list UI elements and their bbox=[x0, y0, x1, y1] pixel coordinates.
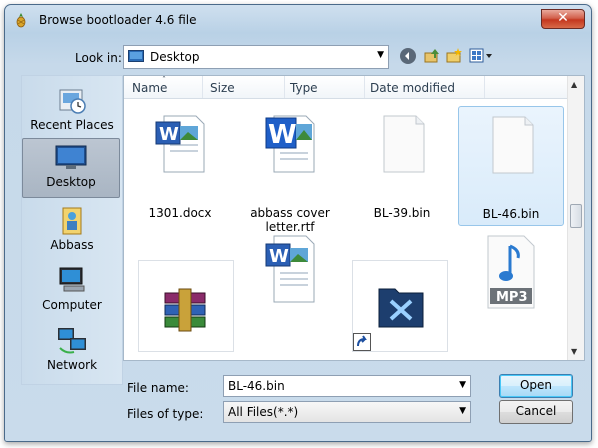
file-item[interactable]: W abbass cover letter.rtf bbox=[238, 106, 342, 234]
place-network[interactable]: Network bbox=[24, 320, 120, 378]
place-label: Abbass bbox=[50, 238, 94, 252]
place-recent-places[interactable]: Recent Places bbox=[24, 80, 120, 138]
scroll-up-icon[interactable]: ▲ bbox=[571, 80, 577, 89]
computer-icon bbox=[59, 267, 85, 292]
file-item[interactable]: W 1301.docx bbox=[128, 106, 232, 224]
column-date-modified[interactable]: Date modified bbox=[370, 81, 455, 95]
file-item[interactable]: BL-39.bin bbox=[350, 106, 454, 224]
places-bar: Recent Places Desktop Abbass Computer Ne… bbox=[21, 75, 123, 385]
scrollbar-thumb[interactable] bbox=[570, 204, 582, 228]
file-name-label: 1301.docx bbox=[148, 206, 212, 220]
file-name-value: BL-46.bin bbox=[228, 379, 285, 393]
place-label: Network bbox=[46, 358, 98, 372]
word-rtf-icon: W bbox=[265, 115, 315, 173]
place-abbass[interactable]: Abbass bbox=[24, 200, 120, 258]
svg-text:W: W bbox=[268, 120, 297, 150]
sort-ascending-icon: ˄ bbox=[162, 75, 166, 84]
desktop-icon bbox=[128, 50, 144, 62]
mp3-badge: MP3 bbox=[496, 290, 528, 305]
recent-places-icon bbox=[59, 89, 86, 114]
up-folder-icon[interactable] bbox=[423, 47, 441, 65]
file-type-label: Files of type: bbox=[127, 407, 204, 421]
blank-file-icon bbox=[492, 116, 534, 174]
place-computer[interactable]: Computer bbox=[24, 260, 120, 318]
word-doc-icon: W bbox=[155, 115, 205, 173]
look-in-label: Look in: bbox=[75, 51, 122, 65]
file-name-label: BL-39.bin bbox=[373, 206, 431, 220]
views-menu-icon[interactable] bbox=[469, 47, 493, 65]
file-item[interactable] bbox=[138, 260, 234, 352]
word-doc-icon: W bbox=[265, 235, 315, 303]
column-type[interactable]: Type bbox=[290, 81, 318, 95]
file-name-label: File name: bbox=[127, 381, 189, 395]
pineapple-app-icon bbox=[16, 13, 26, 28]
column-header: Name ˄ Size Type Date modified bbox=[124, 76, 568, 99]
blank-file-icon bbox=[383, 115, 425, 173]
file-item-selected[interactable]: BL-46.bin bbox=[458, 106, 564, 226]
file-item[interactable]: MP3 bbox=[458, 226, 562, 344]
column-size[interactable]: Size bbox=[210, 81, 235, 95]
file-name-label: BL-46.bin bbox=[482, 207, 540, 221]
back-icon[interactable] bbox=[399, 47, 417, 65]
desktop-icon bbox=[55, 145, 87, 169]
title-bar[interactable]: Browse bootloader 4.6 file ✕ bbox=[5, 5, 591, 33]
mp3-file-icon: MP3 bbox=[487, 235, 535, 309]
place-label: Computer bbox=[42, 298, 102, 312]
file-type-select[interactable]: All Files(*.*) ▼ bbox=[223, 401, 471, 423]
file-list-view[interactable]: Name ˄ Size Type Date modified W 1301.do… bbox=[123, 75, 585, 361]
close-button[interactable]: ✕ bbox=[541, 9, 585, 29]
place-label: Recent Places bbox=[30, 118, 114, 132]
shortcut-arrow-icon bbox=[353, 333, 371, 351]
look-in-value: Desktop bbox=[150, 50, 200, 64]
look-in-combo[interactable]: Desktop ▼ bbox=[123, 45, 389, 69]
chevron-down-icon[interactable]: ▼ bbox=[459, 380, 466, 390]
svg-text:W: W bbox=[159, 124, 179, 145]
dialog-client: Look in: Desktop ▼ Recent Places Desktop… bbox=[11, 35, 585, 435]
file-dialog-window: Browse bootloader 4.6 file ✕ Look in: De… bbox=[4, 4, 592, 442]
user-folder-icon bbox=[62, 207, 82, 235]
chevron-down-icon: ▼ bbox=[459, 406, 466, 416]
place-label: Desktop bbox=[46, 175, 96, 189]
shortcut-folder-icon bbox=[378, 288, 424, 328]
file-item[interactable] bbox=[352, 260, 448, 352]
network-icon bbox=[58, 328, 86, 354]
cancel-button[interactable]: Cancel bbox=[499, 400, 573, 424]
window-title: Browse bootloader 4.6 file bbox=[39, 13, 197, 27]
place-desktop[interactable]: Desktop bbox=[22, 138, 120, 198]
new-folder-icon[interactable] bbox=[445, 47, 463, 65]
vertical-scrollbar[interactable]: ▲ ▼ bbox=[567, 76, 584, 360]
file-item[interactable]: W bbox=[238, 226, 342, 344]
open-button[interactable]: Open bbox=[499, 374, 573, 398]
file-name-input[interactable]: BL-46.bin ▼ bbox=[223, 375, 471, 397]
winrar-archive-icon bbox=[164, 288, 206, 332]
file-type-value: All Files(*.*) bbox=[228, 405, 299, 419]
chevron-down-icon: ▼ bbox=[377, 50, 384, 60]
svg-text:W: W bbox=[269, 246, 289, 267]
scroll-down-icon[interactable]: ▼ bbox=[571, 347, 577, 356]
